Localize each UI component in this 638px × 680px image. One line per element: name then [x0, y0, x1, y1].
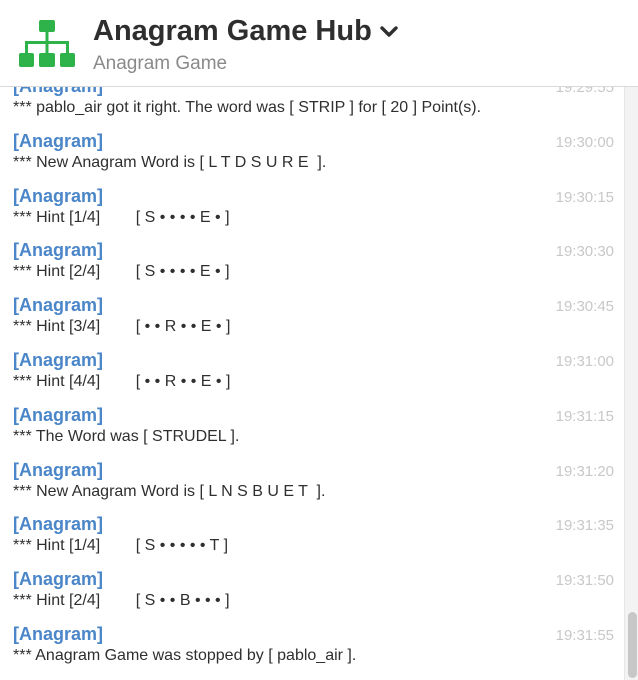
message-item: [Anagram] 19:30:30 *** Hint [2/4] [ S • • …: [0, 239, 624, 294]
message-text: *** Hint [1/4] [ S • • • • • T ]: [13, 537, 229, 555]
message-text: *** Hint [3/4] [ • • R • • E • ]: [13, 318, 231, 336]
message-list: [Anagram] 19:29:55 *** pablo_air got it ri…: [0, 87, 624, 678]
message-username[interactable]: [Anagram]: [13, 131, 103, 152]
message-item: [Anagram] 19:30:15 *** Hint [1/4] [ S • • …: [0, 185, 624, 240]
message-username[interactable]: [Anagram]: [13, 624, 103, 645]
hub-title: Anagram Game Hub: [93, 15, 372, 47]
message-item: [Anagram] 19:31:35 *** Hint [1/4] [ S • • …: [0, 513, 624, 568]
message-item: [Anagram] 19:31:00 *** Hint [4/4] [ • • R …: [0, 349, 624, 404]
message-text: *** New Anagram Word is [ L T D S U R E …: [13, 153, 327, 171]
header: Anagram Game Hub Anagram Game: [0, 0, 638, 87]
message-username[interactable]: [Anagram]: [13, 514, 103, 535]
message-username[interactable]: [Anagram]: [13, 350, 103, 371]
message-item: [Anagram] 19:29:55 *** pablo_air got it ri…: [0, 87, 624, 130]
message-timestamp: 19:30:45: [555, 298, 614, 316]
message-text: *** New Anagram Word is [ L N S B U E T …: [13, 482, 326, 500]
message-timestamp: 19:31:55: [555, 626, 614, 644]
scrollbar-thumb[interactable]: [628, 612, 637, 678]
message-text: *** Hint [1/4] [ S • • • • E • ]: [13, 208, 230, 226]
hub-subtitle: Anagram Game: [93, 53, 228, 74]
message-item: [Anagram] 19:30:00 *** New Anagram Word is…: [0, 130, 624, 185]
message-text: *** Hint [2/4] [ S • • B • • • ]: [13, 592, 230, 610]
message-text: *** The Word was [ STRUDEL ].: [13, 427, 240, 445]
message-timestamp: 19:31:50: [555, 572, 614, 590]
app-window: Anagram Game Hub Anagram Game [Anagram] 1…: [0, 0, 638, 680]
message-timestamp: 19:30:30: [555, 243, 614, 261]
message-item: [Anagram] 19:31:15 *** The Word was [ STRU…: [0, 404, 624, 459]
message-username[interactable]: [Anagram]: [13, 186, 103, 207]
message-area: [Anagram] 19:29:55 *** pablo_air got it ri…: [0, 87, 624, 680]
message-item: [Anagram] 19:31:20 *** New Anagram Word is…: [0, 459, 624, 514]
message-username[interactable]: [Anagram]: [13, 87, 103, 97]
message-username[interactable]: [Anagram]: [13, 405, 103, 426]
message-text: *** Hint [4/4] [ • • R • • E • ]: [13, 372, 231, 390]
message-timestamp: 19:30:00: [555, 133, 614, 151]
message-timestamp: 19:29:55: [555, 87, 614, 96]
hub-title-dropdown[interactable]: Anagram Game Hub: [93, 15, 399, 48]
message-username[interactable]: [Anagram]: [13, 460, 103, 481]
message-item: [Anagram] 19:31:50 *** Hint [2/4] [ S • • …: [0, 568, 624, 623]
message-text: *** Anagram Game was stopped by [ pablo_…: [13, 646, 357, 664]
chevron-down-icon: [380, 25, 398, 37]
scrollbar[interactable]: [624, 87, 638, 680]
message-username[interactable]: [Anagram]: [13, 295, 103, 316]
message-timestamp: 19:31:20: [555, 462, 614, 480]
message-username[interactable]: [Anagram]: [13, 240, 103, 261]
org-chart-icon: [19, 20, 75, 67]
message-text: *** Hint [2/4] [ S • • • • E • ]: [13, 263, 230, 281]
message-item: [Anagram] 19:31:55 *** Anagram Game was st…: [0, 623, 624, 678]
message-timestamp: 19:31:15: [555, 407, 614, 425]
message-text: *** pablo_air got it right. The word was…: [13, 99, 482, 116]
message-timestamp: 19:31:35: [555, 517, 614, 535]
message-username[interactable]: [Anagram]: [13, 569, 103, 590]
message-item: [Anagram] 19:30:45 *** Hint [3/4] [ • • R …: [0, 294, 624, 349]
message-timestamp: 19:31:00: [555, 352, 614, 370]
message-timestamp: 19:30:15: [555, 188, 614, 206]
